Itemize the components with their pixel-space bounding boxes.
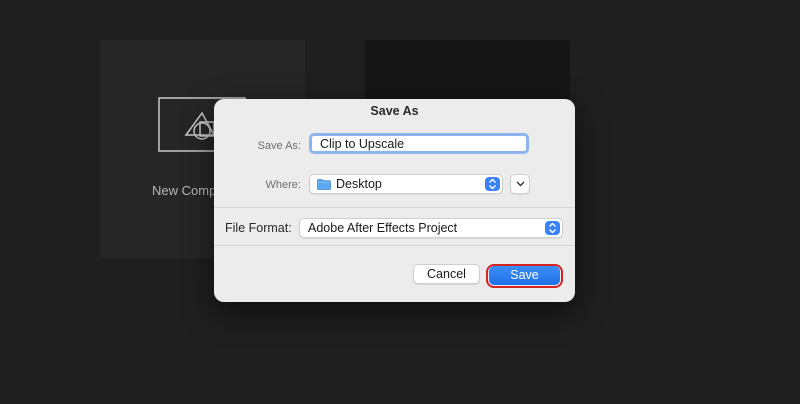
file-format-value: Adobe After Effects Project	[308, 221, 458, 235]
new-composition-label: New Comp	[152, 183, 217, 198]
folder-icon	[317, 179, 331, 190]
divider	[214, 245, 575, 246]
save-button[interactable]: Save	[489, 266, 560, 285]
filename-input[interactable]	[309, 133, 529, 154]
file-format-label: File Format:	[225, 221, 292, 235]
where-location-select[interactable]: Desktop	[309, 174, 503, 194]
cancel-button[interactable]: Cancel	[413, 264, 480, 284]
file-format-select[interactable]: Adobe After Effects Project	[299, 218, 563, 238]
up-down-chevron-icon	[485, 177, 500, 191]
dialog-title: Save As	[370, 104, 419, 118]
save-as-dialog: Save As Save As: Where: Desktop File Fo	[214, 99, 575, 302]
chevron-down-icon	[516, 181, 525, 187]
where-label: Where:	[265, 179, 301, 191]
expand-dialog-button[interactable]	[510, 174, 530, 194]
where-value: Desktop	[336, 177, 382, 191]
home-screen-background: New Comp Save As Save As: Where: Desktop	[0, 0, 800, 404]
divider	[214, 207, 575, 208]
save-as-label: Save As:	[257, 140, 301, 152]
up-down-chevron-icon	[545, 221, 560, 235]
